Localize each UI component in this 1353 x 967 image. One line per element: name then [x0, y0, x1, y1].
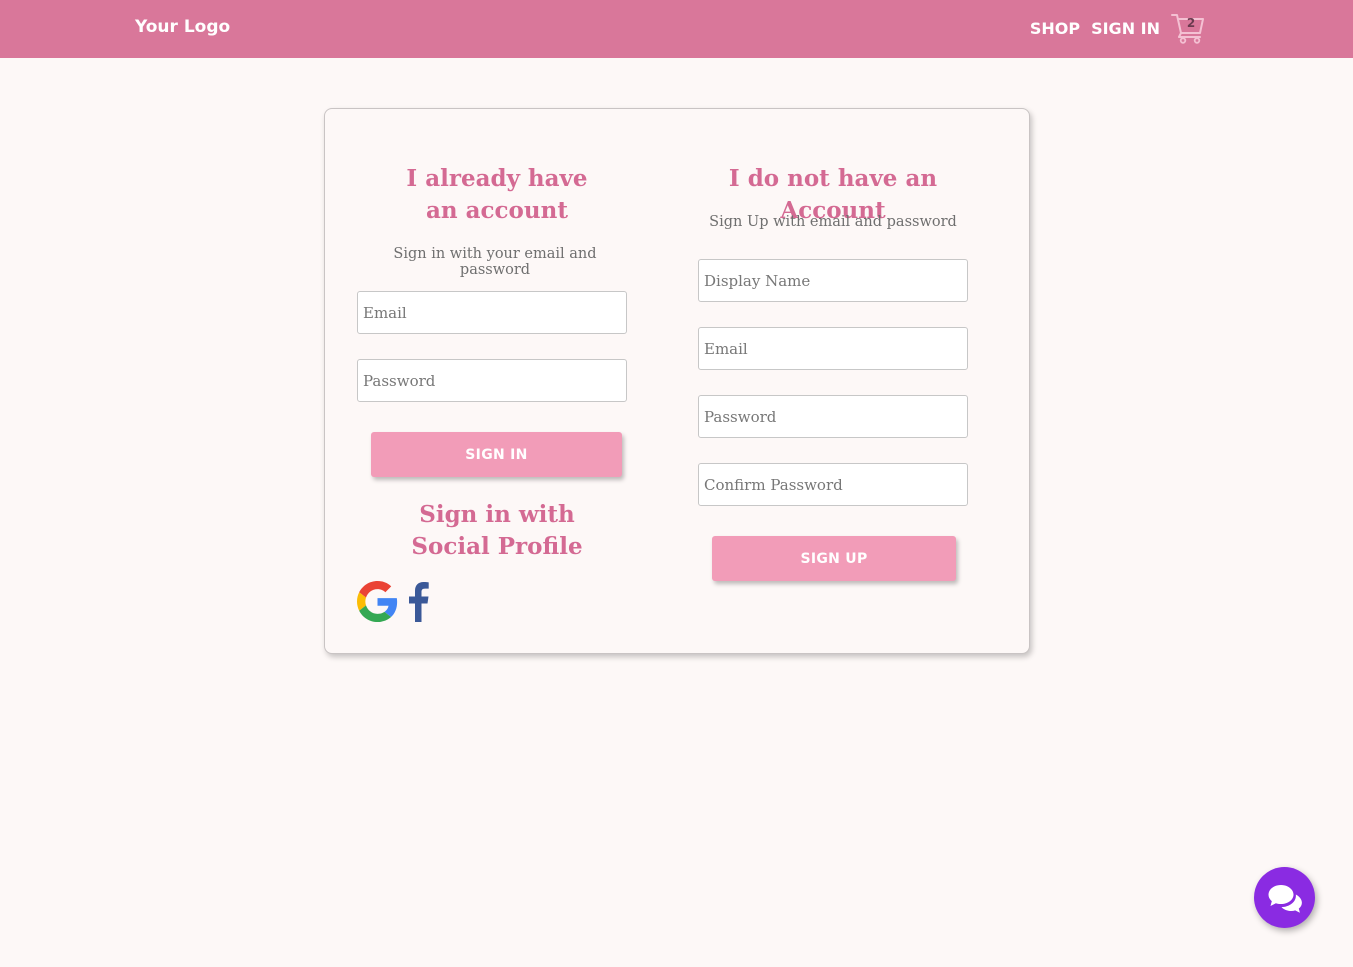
facebook-icon: [409, 582, 429, 622]
sign-in-heading: I already have an account: [406, 165, 588, 224]
sign-up-email-field[interactable]: [698, 327, 968, 370]
display-name-field[interactable]: [698, 259, 968, 302]
header-nav: SHOP SIGN IN 2: [1030, 10, 1205, 46]
confirm-password-field[interactable]: [698, 463, 968, 506]
chat-widget-button[interactable]: [1254, 867, 1315, 928]
google-icon: [357, 581, 398, 622]
chat-bubbles-icon: [1268, 884, 1302, 913]
cart-count-badge: 2: [1186, 16, 1196, 30]
sign-in-email-field[interactable]: [357, 291, 627, 334]
top-navigation-bar: Your Logo SHOP SIGN IN 2: [0, 0, 1353, 58]
sign-up-button[interactable]: SIGN UP: [712, 536, 956, 581]
auth-card: I already have an account Sign in with y…: [324, 108, 1030, 654]
social-login-row: [357, 581, 430, 626]
sign-in-button[interactable]: SIGN IN: [371, 432, 622, 477]
nav-shop-link[interactable]: SHOP: [1030, 19, 1080, 38]
facebook-login-button[interactable]: [406, 581, 430, 626]
social-sign-in-heading: Sign in with Social Profile: [411, 501, 583, 560]
sign-in-subtitle: Sign in with your email and password: [393, 246, 597, 278]
sign-up-password-field[interactable]: [698, 395, 968, 438]
nav-sign-in-link[interactable]: SIGN IN: [1091, 19, 1160, 38]
logo-link[interactable]: Your Logo: [135, 17, 230, 37]
cart-button[interactable]: 2: [1171, 12, 1205, 44]
google-login-button[interactable]: [357, 581, 398, 626]
sign-in-password-field[interactable]: [357, 359, 627, 402]
sign-up-subtitle: Sign Up with email and password: [709, 214, 957, 230]
